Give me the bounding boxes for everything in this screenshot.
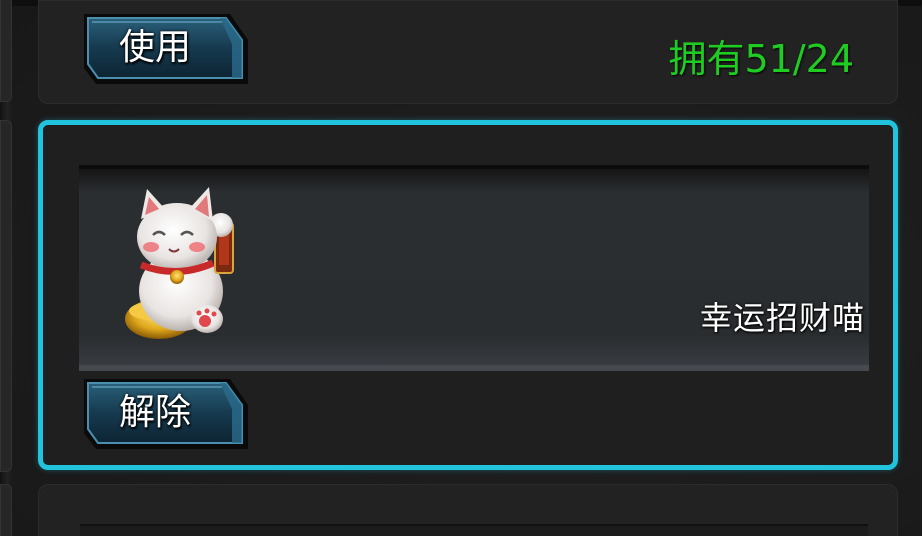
release-button[interactable]: 解除 (80, 375, 252, 451)
item-card-previous[interactable]: 使用 拥有51/24 (38, 0, 898, 104)
release-button-label: 解除 (118, 392, 191, 433)
lucky-cat-icon (125, 187, 234, 339)
use-button-label: 使用 (118, 27, 191, 68)
left-scroll-edge (0, 0, 12, 536)
item-name: 幸运招财喵 (699, 299, 865, 337)
item-card-selected[interactable]: 幸运招财喵 解除 (38, 120, 898, 470)
item-slot-next (80, 524, 868, 536)
owned-count: 拥有51/24 (668, 37, 854, 81)
pet-list-screen: 使用 拥有51/24 幸运招财喵 解除 (0, 0, 922, 536)
use-button[interactable]: 使用 (80, 10, 252, 86)
item-card-next[interactable] (38, 484, 898, 536)
